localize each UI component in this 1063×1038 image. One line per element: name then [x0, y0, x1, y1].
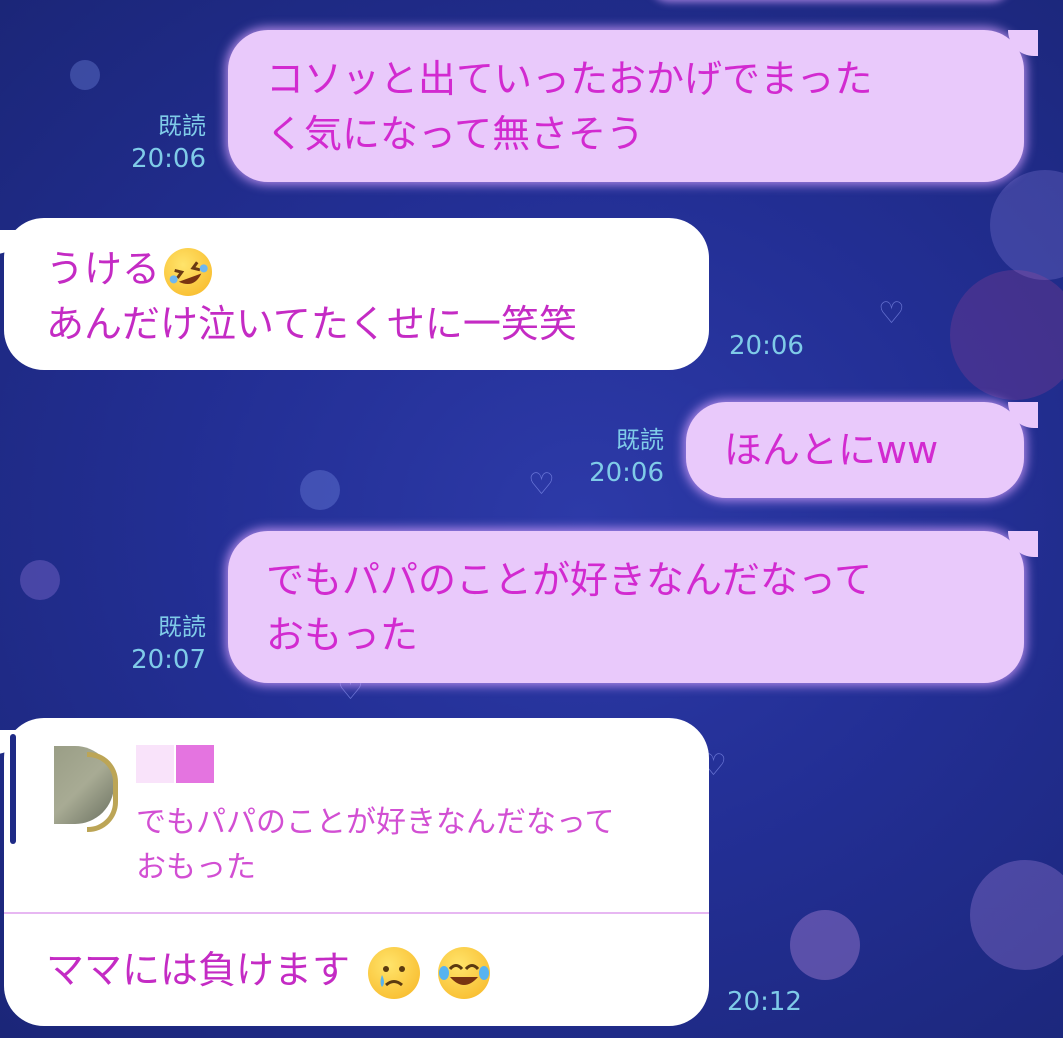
quote-line: でもパパのことが好きなんだなって — [136, 805, 615, 840]
quoted-user-name-redacted — [136, 745, 216, 783]
heart-decoration-icon: ♡ — [878, 296, 905, 331]
message-meta: 既読 20:06 — [589, 424, 664, 490]
background-bokeh — [790, 910, 860, 980]
message-time: 20:06 — [729, 331, 804, 361]
background-bokeh — [950, 270, 1063, 400]
message-line: コソッと出ていったおかげでまった — [266, 57, 873, 101]
background-bokeh — [300, 470, 340, 510]
incoming-message-bubble[interactable]: うける あんだけ泣いてたくせに一笑笑 — [0, 218, 709, 370]
message-line: うける — [46, 242, 669, 297]
message-line: でもパパのことが好きなんだなって — [266, 558, 873, 602]
background-bokeh — [970, 860, 1063, 970]
message-meta: 既読 20:06 — [131, 110, 206, 176]
message-line: ほんとにww — [724, 428, 939, 472]
outgoing-message-bubble[interactable]: ほんとにww — [686, 402, 1038, 498]
message-time: 20:06 — [131, 144, 206, 174]
read-receipt: 既読 — [158, 613, 206, 641]
message-line: く気になって無さそう — [266, 112, 645, 156]
read-receipt: 既読 — [616, 426, 664, 454]
tears-of-joy-emoji-icon — [438, 946, 491, 999]
quote-bar — [10, 734, 16, 844]
outgoing-message-bubble[interactable]: でもパパのことが好きなんだなって おもった — [228, 531, 1038, 683]
reply-message-text: ママには負けます — [46, 940, 491, 1000]
background-bokeh — [20, 560, 60, 600]
message-time: 20:06 — [589, 458, 664, 488]
message-line: あんだけ泣いてたくせに一笑笑 — [46, 302, 577, 346]
quoted-message-text[interactable]: でもパパのことが好きなんだなって おもった — [136, 800, 696, 890]
message-time: 20:12 — [727, 987, 802, 1017]
message-time: 20:07 — [131, 645, 206, 675]
quote-divider — [4, 912, 709, 914]
read-receipt: 既読 — [158, 112, 206, 140]
message-line: おもった — [266, 613, 419, 657]
background-bokeh — [990, 170, 1063, 280]
background-bokeh — [70, 60, 100, 90]
quote-line: おもった — [136, 850, 256, 885]
outgoing-message-bubble[interactable]: コソッと出ていったおかげでまった く気になって無さそう — [228, 30, 1038, 182]
rolling-laughing-emoji-icon — [164, 247, 213, 296]
heart-decoration-icon: ♡ — [528, 467, 555, 502]
message-meta: 既読 20:07 — [131, 611, 206, 677]
quoted-user-avatar — [54, 746, 118, 832]
crying-face-emoji-icon — [368, 946, 421, 999]
